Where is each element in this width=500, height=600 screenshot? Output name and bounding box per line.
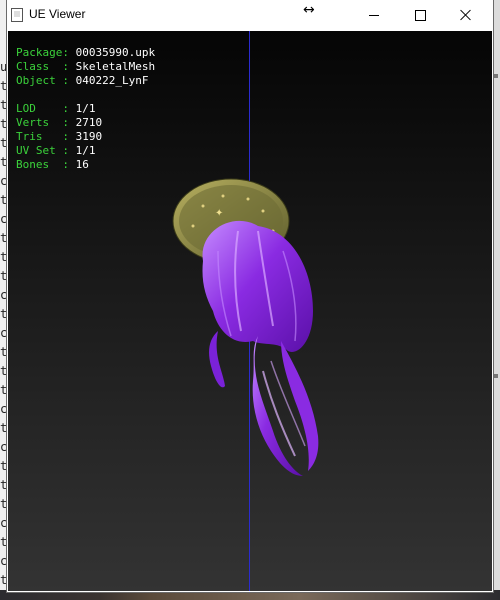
object-value: 040222_LynF <box>75 74 149 87</box>
background-scroll-edge <box>492 0 500 600</box>
bones-value: 16 <box>75 158 89 171</box>
mesh-stats: LOD : 1/1 Verts : 2710 Tris : 3190 UV Set :… <box>16 102 102 172</box>
title-bar[interactable]: UE Viewer ↔ <box>7 0 493 30</box>
close-button[interactable] <box>443 0 489 30</box>
lod-row: LOD : 1/1 <box>16 102 96 115</box>
tris-row: Tris : 3190 <box>16 130 103 143</box>
class-value: SkeletalMesh <box>75 60 156 73</box>
package-row: Package: 00035990.upk <box>16 46 156 59</box>
hair-lock-left <box>209 331 225 388</box>
minimize-button[interactable] <box>351 0 397 30</box>
close-icon <box>460 9 472 21</box>
minimize-icon <box>369 14 379 16</box>
ue-viewer-window: UE Viewer ↔ Package: 00035990.upk Class :… <box>7 0 493 592</box>
uvset-value: 1/1 <box>75 144 96 157</box>
lod-value: 1/1 <box>75 102 96 115</box>
maximize-button[interactable] <box>397 0 443 30</box>
scroll-mark <box>494 74 498 78</box>
package-value: 00035990.upk <box>75 46 156 59</box>
bones-row: Bones : 16 <box>16 158 89 171</box>
hair-top <box>202 220 313 352</box>
mesh-info-header: Package: 00035990.upk Class : SkeletalMes… <box>16 46 155 88</box>
maximize-icon <box>414 9 426 21</box>
window-title: UE Viewer <box>29 7 86 21</box>
3d-viewport[interactable]: Package: 00035990.upk Class : SkeletalMes… <box>8 31 492 591</box>
class-row: Class : SkeletalMesh <box>16 60 156 73</box>
uvset-row: UV Set : 1/1 <box>16 144 96 157</box>
tris-value: 3190 <box>75 130 103 143</box>
scroll-mark <box>494 374 498 378</box>
verts-value: 2710 <box>75 116 103 129</box>
app-icon <box>11 8 23 22</box>
object-row: Object : 040222_LynF <box>16 74 149 87</box>
move-cursor-icon: ↔ <box>303 2 315 18</box>
verts-row: Verts : 2710 <box>16 116 103 129</box>
skeletal-mesh-hair-model[interactable]: ✦ <box>163 171 343 481</box>
hair-tail-strand <box>281 341 319 471</box>
star-ornament-icon: ✦ <box>215 208 223 219</box>
